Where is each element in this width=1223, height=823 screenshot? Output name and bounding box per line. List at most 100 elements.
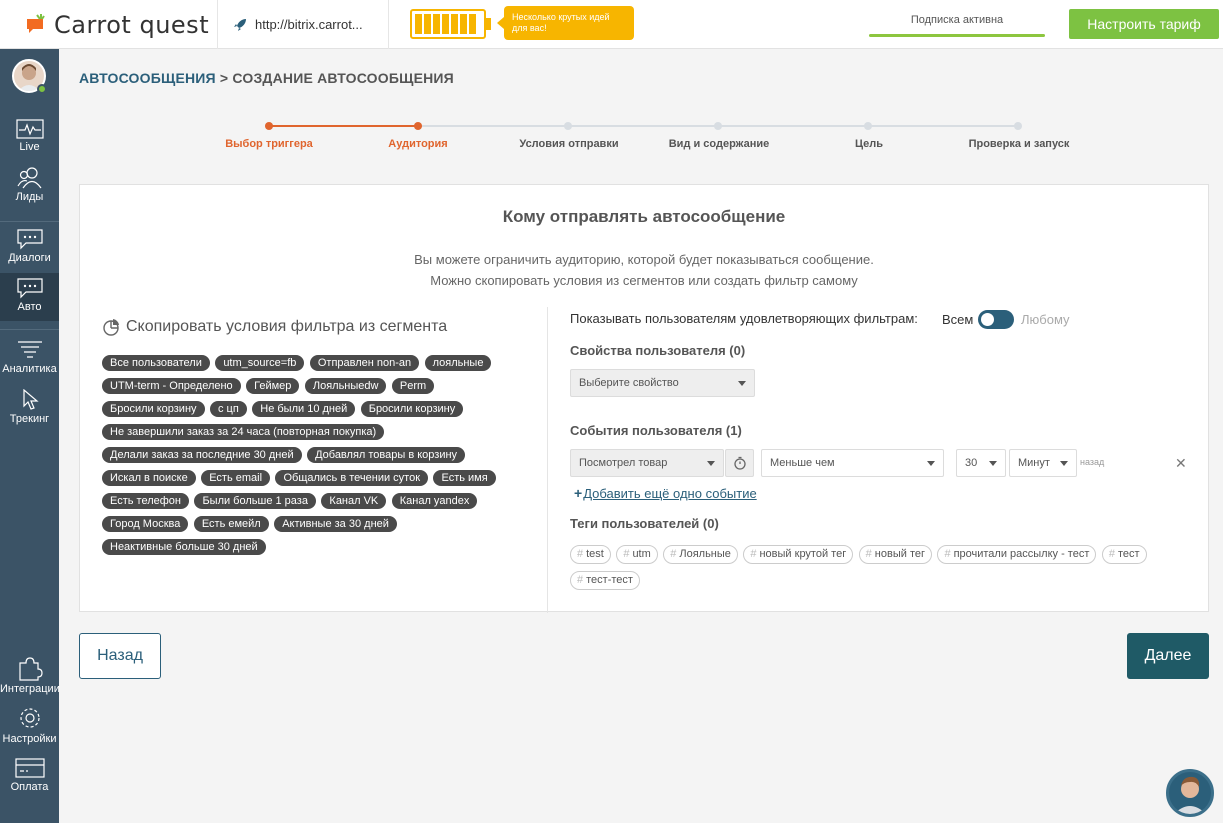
step-dot[interactable] bbox=[265, 122, 273, 130]
property-select[interactable]: Выберите свойство bbox=[570, 369, 755, 397]
segment-chip[interactable]: Были больше 1 раза bbox=[194, 493, 316, 509]
tag-label: новый крутой тег bbox=[759, 548, 847, 560]
tag-pill[interactable]: # новый крутой тег bbox=[743, 545, 854, 564]
description-line: Можно скопировать условия из сегментов и… bbox=[430, 273, 858, 288]
step-trigger[interactable]: Выбор триггера bbox=[225, 138, 313, 150]
sidebar-item-integrations[interactable]: Интеграции bbox=[0, 651, 60, 699]
segment-chip[interactable]: Активные за 30 дней bbox=[274, 516, 397, 532]
segment-chip[interactable]: Добавлял товары в корзину bbox=[307, 447, 466, 463]
card-description: Вы можете ограничить аудиторию, которой … bbox=[80, 249, 1208, 291]
tag-pill[interactable]: # тест-тест bbox=[570, 571, 640, 590]
segment-chip[interactable]: Есть имя bbox=[433, 470, 496, 486]
sidebar-item-label: Настройки bbox=[2, 733, 57, 745]
support-chat-avatar[interactable] bbox=[1166, 769, 1214, 817]
sidebar-item-auto[interactable]: Авто bbox=[0, 273, 59, 321]
step-connector bbox=[718, 125, 868, 127]
chevron-down-icon bbox=[927, 461, 935, 466]
segment-chip[interactable]: Делали заказ за последние 30 дней bbox=[102, 447, 302, 463]
sidebar-item-dialogs[interactable]: Диалоги bbox=[0, 224, 59, 272]
description-line: Вы можете ограничить аудиторию, которой … bbox=[414, 252, 874, 267]
segment-chip[interactable]: лояльные bbox=[424, 355, 492, 371]
user-properties-title: Свойства пользователя (0) bbox=[570, 343, 746, 358]
match-mode-toggle[interactable] bbox=[978, 310, 1014, 329]
hash-icon: # bbox=[944, 548, 951, 560]
segment-chip[interactable]: Бросили корзину bbox=[360, 401, 464, 417]
chevron-down-icon bbox=[707, 461, 715, 466]
tag-pill[interactable]: # Лояльные bbox=[663, 545, 738, 564]
sidebar-item-label: Лиды bbox=[15, 191, 44, 203]
battery-progress-icon[interactable] bbox=[410, 9, 492, 39]
step-dot[interactable] bbox=[714, 122, 722, 130]
sidebar-item-tracking[interactable]: Трекинг bbox=[0, 385, 59, 433]
segment-chip[interactable]: Не были 10 дней bbox=[252, 401, 356, 417]
configure-tariff-button[interactable]: Настроить тариф bbox=[1069, 9, 1219, 39]
step-dot[interactable] bbox=[414, 122, 422, 130]
plus-icon: + bbox=[574, 485, 583, 501]
segment-chip[interactable]: Канал VK bbox=[321, 493, 387, 509]
tag-pill[interactable]: # тест bbox=[1101, 545, 1147, 564]
card-icon bbox=[14, 758, 45, 778]
condition-select-value: Меньше чем bbox=[770, 457, 835, 469]
segment-chip[interactable]: Канал yandex bbox=[391, 493, 478, 509]
logo[interactable]: Carrot quest bbox=[0, 0, 218, 49]
add-event-link[interactable]: +Добавить ещё одно событие bbox=[574, 485, 758, 501]
tag-pill[interactable]: # новый тег bbox=[858, 545, 932, 564]
step-content[interactable]: Вид и содержание bbox=[669, 138, 770, 150]
segment-chip[interactable]: Отправлен non-an bbox=[309, 355, 420, 371]
segment-chip[interactable]: Город Москва bbox=[102, 516, 189, 532]
next-button[interactable]: Далее bbox=[1127, 633, 1209, 679]
sidebar-item-leads[interactable]: Лиды bbox=[0, 163, 59, 211]
segment-chip[interactable]: Perm bbox=[391, 378, 435, 394]
segment-chip[interactable]: Лояльныеdw bbox=[304, 378, 387, 394]
audience-card: Кому отправлять автосообщение Вы можете … bbox=[79, 184, 1209, 613]
funnel-icon bbox=[17, 341, 42, 358]
step-dot[interactable] bbox=[564, 122, 572, 130]
segment-chip[interactable]: Есть емейл bbox=[193, 516, 269, 532]
segment-chip[interactable]: Есть телефон bbox=[102, 493, 189, 509]
sidebar-item-label: Аналитика bbox=[2, 363, 57, 375]
segment-chip[interactable]: с цп bbox=[209, 401, 247, 417]
tag-pill[interactable]: # test bbox=[570, 545, 611, 564]
step-dot[interactable] bbox=[864, 122, 872, 130]
step-audience[interactable]: Аудитория bbox=[388, 138, 447, 150]
segment-chip[interactable]: Геймер bbox=[246, 378, 300, 394]
segment-chip[interactable]: Все пользователи bbox=[102, 355, 210, 371]
step-goal[interactable]: Цель bbox=[855, 138, 883, 150]
site-selector[interactable]: http://bitrix.carrot... bbox=[219, 0, 389, 49]
condition-select[interactable]: Меньше чем bbox=[761, 449, 944, 477]
tag-pill[interactable]: # utm bbox=[616, 545, 658, 564]
sidebar-item-settings[interactable]: Настройки bbox=[0, 701, 59, 749]
segment-chip[interactable]: Общались в течении суток bbox=[275, 470, 429, 486]
site-url: http://bitrix.carrot... bbox=[255, 17, 363, 32]
breadcrumb-parent-link[interactable]: АВТОСООБЩЕНИЯ bbox=[79, 70, 216, 86]
tag-label: test bbox=[586, 548, 604, 560]
match-any-label[interactable]: Любому bbox=[1021, 312, 1070, 327]
segment-chip[interactable]: Бросили корзину bbox=[102, 401, 205, 417]
step-send-conditions[interactable]: Условия отправки bbox=[519, 138, 618, 150]
segment-chip[interactable]: Не завершили заказ за 24 часа (повторная… bbox=[102, 424, 385, 440]
add-event-label: Добавить ещё одно событие bbox=[583, 486, 757, 501]
step-dot[interactable] bbox=[1014, 122, 1022, 130]
event-time-button[interactable] bbox=[725, 449, 754, 477]
sidebar-item-payment[interactable]: Оплата bbox=[0, 753, 59, 801]
column-divider bbox=[547, 307, 548, 613]
amount-select[interactable]: 30 bbox=[956, 449, 1006, 477]
event-select[interactable]: Посмотрел товар bbox=[570, 449, 724, 477]
segment-chip[interactable]: UTM-term - Определено bbox=[102, 378, 241, 394]
sidebar-item-analytics[interactable]: Аналитика bbox=[0, 335, 59, 383]
segment-chip[interactable]: Есть email bbox=[201, 470, 271, 486]
segment-chip[interactable]: Неактивные больше 30 дней bbox=[102, 539, 266, 555]
unit-select[interactable]: Минут bbox=[1009, 449, 1077, 477]
sidebar-item-label: Авто bbox=[17, 301, 42, 313]
match-all-label[interactable]: Всем bbox=[942, 312, 973, 327]
tag-pill[interactable]: # прочитали рассылку - тест bbox=[937, 545, 1097, 564]
remove-event-icon[interactable]: ✕ bbox=[1175, 455, 1187, 472]
chevron-down-icon bbox=[1060, 461, 1068, 466]
hash-icon: # bbox=[623, 548, 630, 560]
ideas-banner[interactable]: Несколько крутых идей для вас! bbox=[497, 6, 634, 40]
segment-chip[interactable]: utm_source=fb bbox=[215, 355, 305, 371]
segment-chip[interactable]: Искал в поиске bbox=[102, 470, 196, 486]
step-review-launch[interactable]: Проверка и запуск bbox=[969, 138, 1070, 150]
event-select-value: Посмотрел товар bbox=[579, 457, 668, 469]
back-button[interactable]: Назад bbox=[79, 633, 161, 679]
